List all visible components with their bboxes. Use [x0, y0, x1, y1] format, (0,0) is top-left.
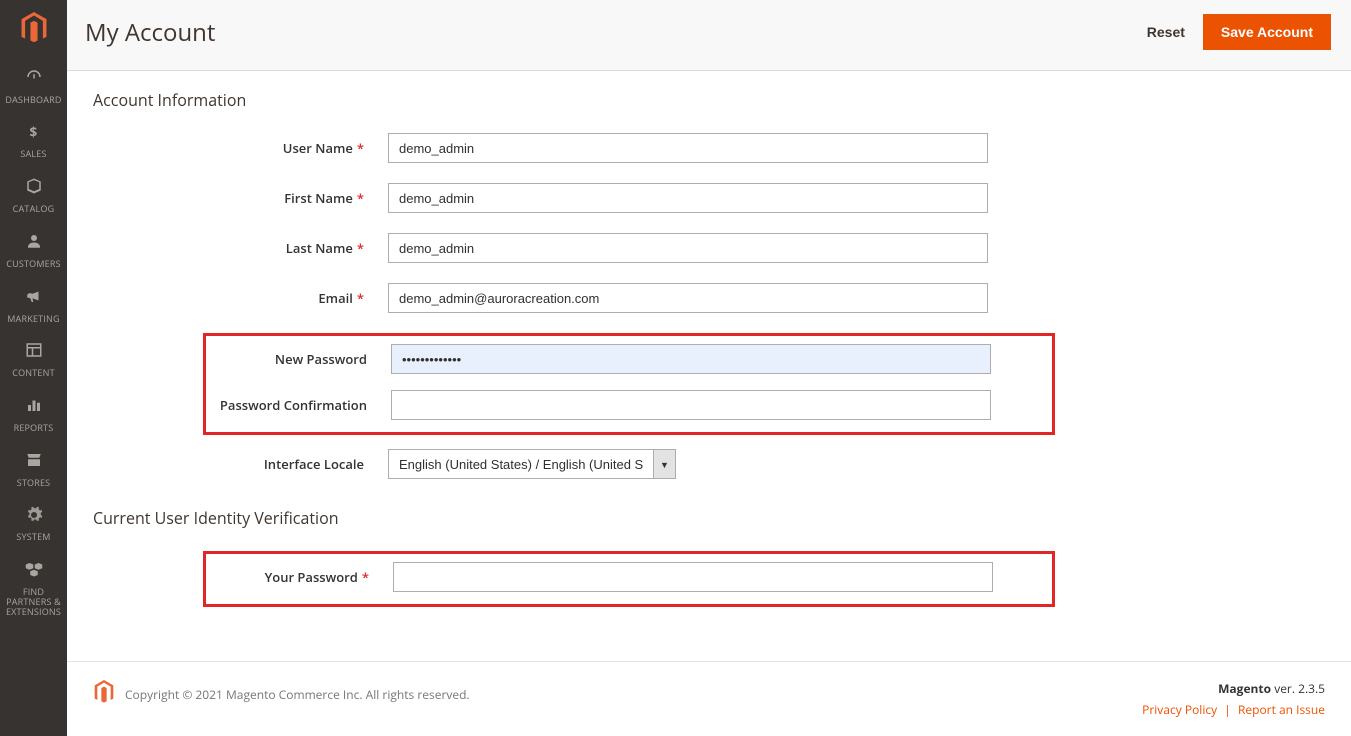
report-issue-link[interactable]: Report an Issue	[1238, 701, 1325, 718]
sidebar-label: CONTENT	[2, 368, 65, 378]
magento-logo[interactable]	[0, 0, 67, 58]
sidebar-item-reports[interactable]: REPORTS	[0, 386, 67, 441]
sidebar-label: CUSTOMERS	[2, 259, 65, 269]
layout-icon	[2, 341, 65, 364]
lastname-label: Last Name*	[93, 239, 388, 257]
confirm-input[interactable]	[391, 390, 991, 420]
gear-icon	[2, 506, 65, 529]
magento-logo-icon	[19, 12, 49, 44]
storefront-icon	[2, 451, 65, 474]
sidebar-item-partners[interactable]: FIND PARTNERS & EXTENSIONS	[0, 550, 67, 624]
yourpassword-input[interactable]	[393, 562, 993, 592]
sidebar-item-catalog[interactable]: CATALOG	[0, 167, 67, 222]
dollar-icon: $	[2, 123, 65, 146]
locale-select[interactable]	[388, 449, 654, 479]
sidebar-label: REPORTS	[2, 423, 65, 433]
dashboard-icon	[2, 68, 65, 91]
locale-dropdown-button[interactable]: ▼	[654, 449, 676, 479]
section-account-info: Account Information	[93, 89, 1325, 111]
magento-footer-logo-icon	[93, 680, 115, 708]
sidebar-item-content[interactable]: CONTENT	[0, 331, 67, 386]
box-icon	[2, 177, 65, 200]
sidebar-item-system[interactable]: SYSTEM	[0, 496, 67, 551]
firstname-input[interactable]	[388, 183, 988, 213]
copyright-text: Copyright © 2021 Magento Commerce Inc. A…	[125, 686, 470, 703]
username-label: User Name*	[93, 139, 388, 157]
email-label: Email*	[93, 289, 388, 307]
sidebar-item-sales[interactable]: $ SALES	[0, 113, 67, 168]
sidebar-item-customers[interactable]: CUSTOMERS	[0, 222, 67, 277]
yourpassword-label: Your Password*	[210, 568, 393, 586]
cubes-icon	[2, 560, 65, 583]
megaphone-icon	[2, 287, 65, 310]
sidebar-label: CATALOG	[2, 204, 65, 214]
sidebar-item-marketing[interactable]: MARKETING	[0, 277, 67, 332]
sidebar-label: SALES	[2, 149, 65, 159]
lastname-input[interactable]	[388, 233, 988, 263]
sidebar-item-dashboard[interactable]: DASHBOARD	[0, 58, 67, 113]
section-identity: Current User Identity Verification	[93, 507, 1325, 529]
page-footer: Copyright © 2021 Magento Commerce Inc. A…	[67, 661, 1351, 736]
person-icon	[2, 232, 65, 255]
newpassword-input[interactable]	[391, 344, 991, 374]
locale-label: Interface Locale	[93, 455, 388, 473]
bars-icon	[2, 396, 65, 419]
sidebar-label: DASHBOARD	[2, 95, 65, 105]
sidebar-label: SYSTEM	[2, 532, 65, 542]
svg-text:$: $	[29, 123, 37, 141]
sidebar-label: STORES	[2, 478, 65, 488]
password-highlight-box: New Password Password Confirmation	[203, 333, 1055, 435]
chevron-down-icon: ▼	[660, 458, 669, 471]
save-account-button[interactable]: Save Account	[1203, 14, 1331, 50]
version-text: Magento ver. 2.3.5	[1142, 680, 1325, 697]
email-input[interactable]	[388, 283, 988, 313]
page-title: My Account	[85, 16, 215, 49]
firstname-label: First Name*	[93, 189, 388, 207]
reset-button[interactable]: Reset	[1147, 24, 1185, 40]
page-header: My Account Reset Save Account	[67, 0, 1351, 71]
sidebar-label: FIND PARTNERS & EXTENSIONS	[2, 587, 65, 617]
confirm-label: Password Confirmation	[210, 396, 391, 414]
privacy-policy-link[interactable]: Privacy Policy	[1142, 701, 1217, 718]
username-input[interactable]	[388, 133, 988, 163]
newpassword-label: New Password	[210, 350, 391, 368]
sidebar-label: MARKETING	[2, 314, 65, 324]
sidebar-item-stores[interactable]: STORES	[0, 441, 67, 496]
identity-highlight-box: Your Password*	[203, 551, 1055, 607]
separator: |	[1224, 701, 1231, 718]
admin-sidebar: DASHBOARD $ SALES CATALOG CUSTOMERS MARK…	[0, 0, 67, 736]
